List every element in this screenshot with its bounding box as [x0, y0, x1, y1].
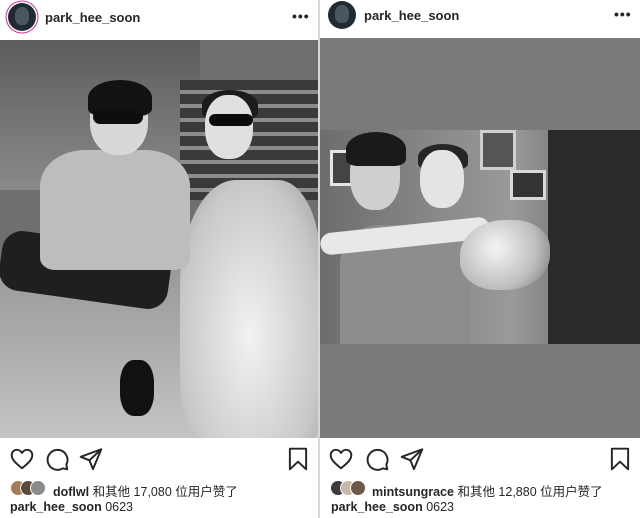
liker-avatars[interactable]	[10, 480, 50, 496]
action-bar	[320, 446, 640, 474]
more-options-icon[interactable]: •••	[614, 6, 632, 22]
caption-username[interactable]: park_hee_soon	[10, 500, 102, 514]
likes-row: mintsungrace 和其他 12,880 位用户赞了	[320, 478, 640, 500]
liker-avatars[interactable]	[330, 480, 370, 496]
comment-icon[interactable]	[44, 446, 70, 472]
share-icon[interactable]	[399, 446, 425, 472]
bookmark-icon[interactable]	[285, 446, 311, 472]
liker-username[interactable]: doflwl	[53, 485, 89, 499]
post-header: park_hee_soon •••	[320, 0, 640, 36]
caption-username[interactable]: park_hee_soon	[331, 500, 423, 514]
post-photo[interactable]	[320, 130, 640, 344]
username[interactable]: park_hee_soon	[45, 10, 140, 25]
likes-summary: mintsungrace 和其他 12,880 位用户赞了	[372, 481, 603, 500]
likes-count-text[interactable]: 和其他 12,880 位用户赞了	[454, 485, 602, 499]
post-left: park_hee_soon ••• doflwl 和其他 17,080 位用户赞…	[0, 0, 318, 518]
liker-avatar	[350, 480, 366, 496]
username[interactable]: park_hee_soon	[364, 8, 459, 23]
share-icon[interactable]	[78, 446, 104, 472]
liker-username[interactable]: mintsungrace	[372, 485, 454, 499]
avatar[interactable]	[328, 1, 356, 29]
likes-count-text[interactable]: 和其他 17,080 位用户赞了	[89, 485, 238, 499]
comment-icon[interactable]	[364, 446, 390, 472]
post-right: park_hee_soon ••• mintsungrace 和其他 12,88…	[320, 0, 640, 518]
heart-icon[interactable]	[9, 446, 35, 472]
avatar[interactable]	[8, 3, 36, 31]
post-header: park_hee_soon •••	[0, 0, 318, 36]
caption: park_hee_soon 0623	[10, 500, 133, 514]
caption-text: 0623	[101, 500, 133, 514]
caption-text: 0623	[422, 500, 454, 514]
action-bar	[0, 446, 318, 474]
heart-icon[interactable]	[328, 446, 354, 472]
more-options-icon[interactable]: •••	[292, 8, 310, 24]
likes-summary: doflwl 和其他 17,080 位用户赞了	[53, 481, 238, 500]
likes-row: doflwl 和其他 17,080 位用户赞了	[0, 478, 318, 500]
bookmark-icon[interactable]	[607, 446, 633, 472]
liker-avatar	[30, 480, 46, 496]
caption: park_hee_soon 0623	[331, 500, 454, 514]
post-photo[interactable]	[0, 40, 318, 438]
